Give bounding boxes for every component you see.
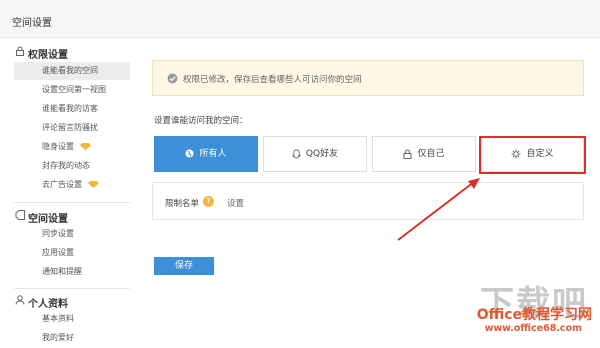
divider — [14, 288, 130, 289]
sidebar-item-label: 谁能看我的空间 — [42, 66, 98, 75]
sidebar-item-ad-free[interactable]: 去广告设置 — [14, 176, 130, 194]
sidebar-item-label: 同步设置 — [42, 229, 74, 238]
section-title-profile: 个人资料 — [28, 299, 68, 310]
sidebar-item-anti-harassment[interactable]: 评论留言防骚扰 — [14, 119, 130, 137]
globe-icon — [185, 149, 195, 158]
sidebar-item-sync[interactable]: 同步设置 — [14, 225, 130, 243]
lock-icon — [16, 46, 24, 56]
qq-penguin-icon — [292, 148, 301, 158]
sidebar-item-label: 通知和提醒 — [42, 267, 82, 276]
sidebar-item-who-can-view[interactable]: 谁能看我的空间 — [14, 62, 130, 80]
sidebar-item-label: 应用设置 — [42, 248, 74, 257]
lock-icon — [403, 149, 412, 159]
sidebar-item-label: 隐身设置 — [42, 142, 74, 151]
section-title-permissions: 权限设置 — [28, 50, 68, 61]
sidebar-item-invisible[interactable]: 隐身设置 — [14, 138, 130, 156]
watermark-url: www.office68.com — [484, 323, 582, 334]
sidebar-item-label: 我的爱好 — [42, 333, 74, 342]
section-title-space-settings: 空间设置 — [28, 214, 68, 225]
restrict-list-row: 限制名单 ? 设置 — [152, 182, 584, 220]
info-circle-icon — [167, 73, 178, 84]
watermark-brand: Office教程学习网 — [476, 307, 592, 323]
access-prompt: 设置谁能访问我的空间： — [154, 116, 248, 126]
option-label: 仅自己 — [417, 149, 445, 159]
sidebar-item-label: 设置空间第一视图 — [42, 85, 106, 94]
sidebar: 权限设置 谁能看我的空间 设置空间第一视图 谁能看我的访客 评论留言防骚扰 隐身… — [0, 38, 140, 348]
watermark: 下载吧 Office教程学习网 www.office68.com — [442, 274, 592, 344]
option-qq-friends[interactable]: QQ好友 — [263, 136, 367, 172]
option-only-me[interactable]: 仅自己 — [372, 136, 476, 172]
divider — [14, 202, 130, 203]
highlight-box — [479, 136, 586, 174]
notice-text: 权限已修改，保存后查看哪些人可访问你的空间 — [183, 75, 362, 85]
vip-diamond-icon — [80, 143, 91, 150]
sidebar-item-first-view[interactable]: 设置空间第一视图 — [14, 81, 130, 99]
sidebar-item-label: 评论留言防骚扰 — [42, 123, 98, 132]
page-title: 空间设置 — [12, 18, 52, 29]
restrict-set-link[interactable]: 设置 — [227, 197, 244, 209]
option-label: 所有人 — [199, 149, 227, 159]
tag-icon — [15, 210, 25, 220]
sidebar-item-hobbies[interactable]: 我的爱好 — [14, 329, 130, 347]
sidebar-item-label: 谁能看我的访客 — [42, 104, 98, 113]
sidebar-item-apps[interactable]: 应用设置 — [14, 244, 130, 262]
save-button[interactable]: 保存 — [154, 257, 214, 275]
sidebar-item-visitors[interactable]: 谁能看我的访客 — [14, 100, 130, 118]
option-everyone[interactable]: 所有人 — [154, 136, 258, 172]
sidebar-item-basic-info[interactable]: 基本资料 — [14, 310, 130, 328]
sidebar-item-notifications[interactable]: 通知和提醒 — [14, 263, 130, 281]
sidebar-item-label: 去广告设置 — [42, 180, 82, 189]
option-label: QQ好友 — [305, 149, 339, 159]
notice-banner: 权限已修改，保存后查看哪些人可访问你的空间 — [152, 60, 584, 96]
sidebar-item-label: 封存我的动态 — [42, 161, 90, 170]
restrict-list-label: 限制名单 — [165, 199, 200, 209]
title-bar: 空间设置 — [0, 0, 600, 38]
sidebar-item-label: 基本资料 — [42, 314, 74, 323]
vip-diamond-icon — [88, 181, 99, 188]
user-icon — [15, 295, 25, 305]
question-icon[interactable]: ? — [203, 196, 214, 207]
sidebar-item-archive-feed[interactable]: 封存我的动态 — [14, 157, 130, 175]
